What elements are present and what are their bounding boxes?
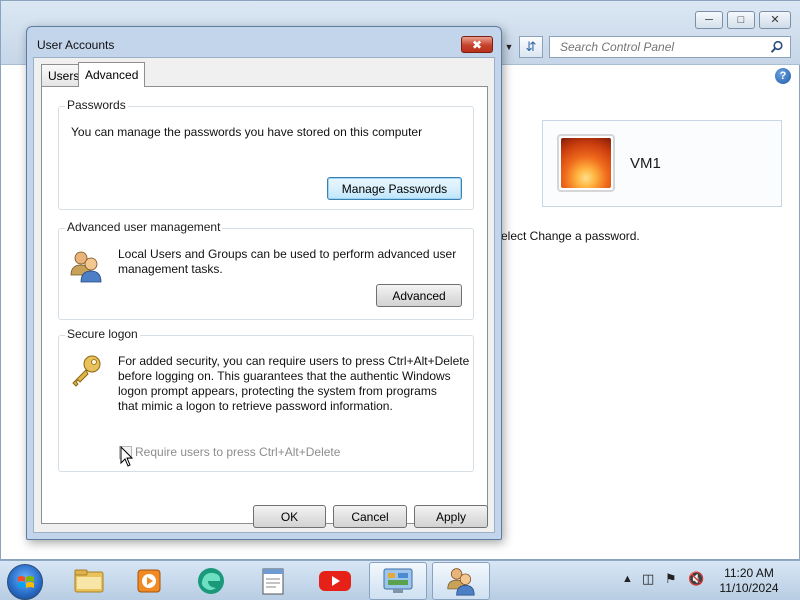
action-center-flag-icon[interactable]: ⚑ bbox=[665, 571, 677, 587]
windows-logo-icon bbox=[18, 576, 34, 588]
file-explorer-icon bbox=[74, 569, 104, 593]
tab-advanced[interactable]: Advanced bbox=[78, 62, 146, 87]
group-label: Advanced user management bbox=[65, 220, 223, 234]
close-icon: ✕ bbox=[770, 13, 780, 26]
taskbar-control-panel[interactable] bbox=[369, 562, 427, 600]
youtube-icon bbox=[319, 571, 351, 591]
notepad-icon bbox=[262, 568, 284, 595]
taskbar-youtube[interactable] bbox=[306, 562, 364, 600]
search-box[interactable] bbox=[549, 36, 791, 58]
search-input[interactable] bbox=[558, 39, 766, 55]
key-icon bbox=[72, 355, 101, 387]
account-picture bbox=[557, 134, 615, 192]
apply-button[interactable]: Apply bbox=[414, 505, 488, 528]
user-accounts-dialog: User Accounts ✖ Users Advanced Passwords… bbox=[26, 26, 502, 540]
clock-time: 11:20 AM bbox=[724, 566, 774, 580]
system-clock[interactable]: 11:20 AM 11/10/2024 bbox=[712, 566, 786, 596]
maximize-icon: □ bbox=[737, 13, 745, 26]
advanced-tab-panel: Passwords You can manage the passwords y… bbox=[41, 86, 488, 524]
chevron-down-icon: ▼ bbox=[504, 42, 514, 52]
dialog-close-button[interactable]: ✖ bbox=[461, 36, 493, 53]
show-hidden-icons-button[interactable]: ▲ bbox=[622, 573, 633, 585]
account-name: VM1 bbox=[630, 155, 661, 172]
minimize-icon: ─ bbox=[705, 13, 713, 26]
maximize-button[interactable]: □ bbox=[727, 11, 755, 29]
group-label: Secure logon bbox=[65, 327, 140, 341]
manage-passwords-button[interactable]: Manage Passwords bbox=[327, 177, 462, 200]
taskbar-media-player[interactable] bbox=[120, 562, 178, 600]
user-accounts-icon bbox=[447, 568, 475, 596]
tab-label: Users bbox=[48, 68, 80, 83]
taskbar-notepad[interactable] bbox=[244, 562, 302, 600]
mouse-cursor-icon bbox=[120, 446, 134, 467]
dialog-body: Users Advanced Passwords You can manage … bbox=[33, 57, 495, 533]
passwords-description: You can manage the passwords you have st… bbox=[71, 125, 423, 139]
secure-logon-line1: For added security, you can require user… bbox=[118, 354, 470, 368]
minimize-button[interactable]: ─ bbox=[695, 11, 723, 29]
secure-logon-line3: logon prompt appears, protecting the sys… bbox=[118, 384, 437, 398]
network-icon[interactable]: ◫ bbox=[642, 571, 654, 587]
control-panel-icon bbox=[383, 568, 413, 593]
refresh-icon: ⇵ bbox=[525, 39, 537, 54]
ok-button[interactable]: OK bbox=[253, 505, 326, 528]
close-icon: ✖ bbox=[471, 37, 483, 52]
edge-browser-icon bbox=[198, 568, 224, 594]
taskbar-file-explorer[interactable] bbox=[60, 562, 118, 600]
secure-logon-line2: before logging on. This guarantees that … bbox=[118, 369, 451, 383]
refresh-button[interactable]: ⇵ bbox=[519, 36, 543, 58]
advanced-description-line2: management tasks. bbox=[118, 262, 223, 276]
group-label: Passwords bbox=[65, 98, 128, 112]
taskbar: ▲ ◫ ⚑ 🔇 11:20 AM 11/10/2024 bbox=[0, 560, 800, 600]
help-icon[interactable]: ? bbox=[775, 68, 791, 84]
flower-image bbox=[561, 138, 611, 188]
advanced-button[interactable]: Advanced bbox=[376, 284, 462, 307]
media-player-icon bbox=[137, 569, 161, 593]
address-dropdown-button[interactable]: ▼ bbox=[501, 36, 517, 58]
dialog-title: User Accounts bbox=[37, 38, 115, 52]
start-button[interactable] bbox=[7, 564, 43, 600]
taskbar-edge-browser[interactable] bbox=[182, 562, 240, 600]
instruction-text: elect Change a password. bbox=[501, 229, 640, 243]
require-ctrl-alt-delete-label[interactable]: Require users to press Ctrl+Alt+Delete bbox=[135, 445, 340, 459]
tab-label: Advanced bbox=[85, 68, 139, 82]
search-icon[interactable] bbox=[770, 40, 784, 54]
close-button[interactable]: ✕ bbox=[759, 11, 791, 29]
users-icon bbox=[70, 251, 102, 283]
passwords-group: Passwords You can manage the passwords y… bbox=[58, 98, 474, 210]
clock-date: 11/10/2024 bbox=[719, 581, 779, 595]
volume-muted-icon[interactable]: 🔇 bbox=[688, 571, 704, 587]
advanced-description-line1: Local Users and Groups can be used to pe… bbox=[118, 247, 457, 261]
cancel-button[interactable]: Cancel bbox=[333, 505, 407, 528]
advanced-user-management-group: Advanced user management Local Users and… bbox=[58, 220, 474, 320]
account-card[interactable]: VM1 bbox=[542, 120, 782, 207]
taskbar-user-accounts[interactable] bbox=[432, 562, 490, 600]
secure-logon-line4: that mimic a logon to retrieve password … bbox=[118, 399, 393, 413]
